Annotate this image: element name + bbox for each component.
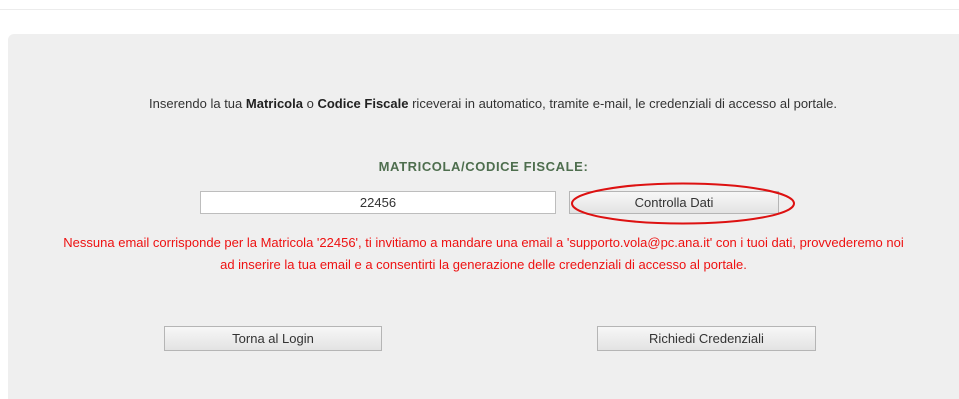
intro-text: Inserendo la tua Matricola o Codice Fisc… [88,93,898,114]
matricola-field-label: MATRICOLA/CODICE FISCALE: [378,159,589,174]
back-to-login-button[interactable]: Torna al Login [164,326,382,351]
intro-bold-matricola: Matricola [245,96,303,111]
check-data-button[interactable]: Controlla Dati [569,191,779,214]
matricola-input[interactable] [200,191,556,214]
intro-part-1: Inserendo la tua [149,96,246,111]
error-message: Nessuna email corrisponde per la Matrico… [63,235,904,272]
intro-part-2: o [302,96,318,111]
request-credentials-button[interactable]: Richiedi Credenziali [597,326,816,351]
credentials-panel: Inserendo la tua Matricola o Codice Fisc… [8,34,959,399]
intro-part-3: riceverai in automatico, tramite e-mail,… [408,96,837,111]
intro-bold-codice-fiscale: Codice Fiscale [317,96,409,111]
top-divider [0,9,959,10]
